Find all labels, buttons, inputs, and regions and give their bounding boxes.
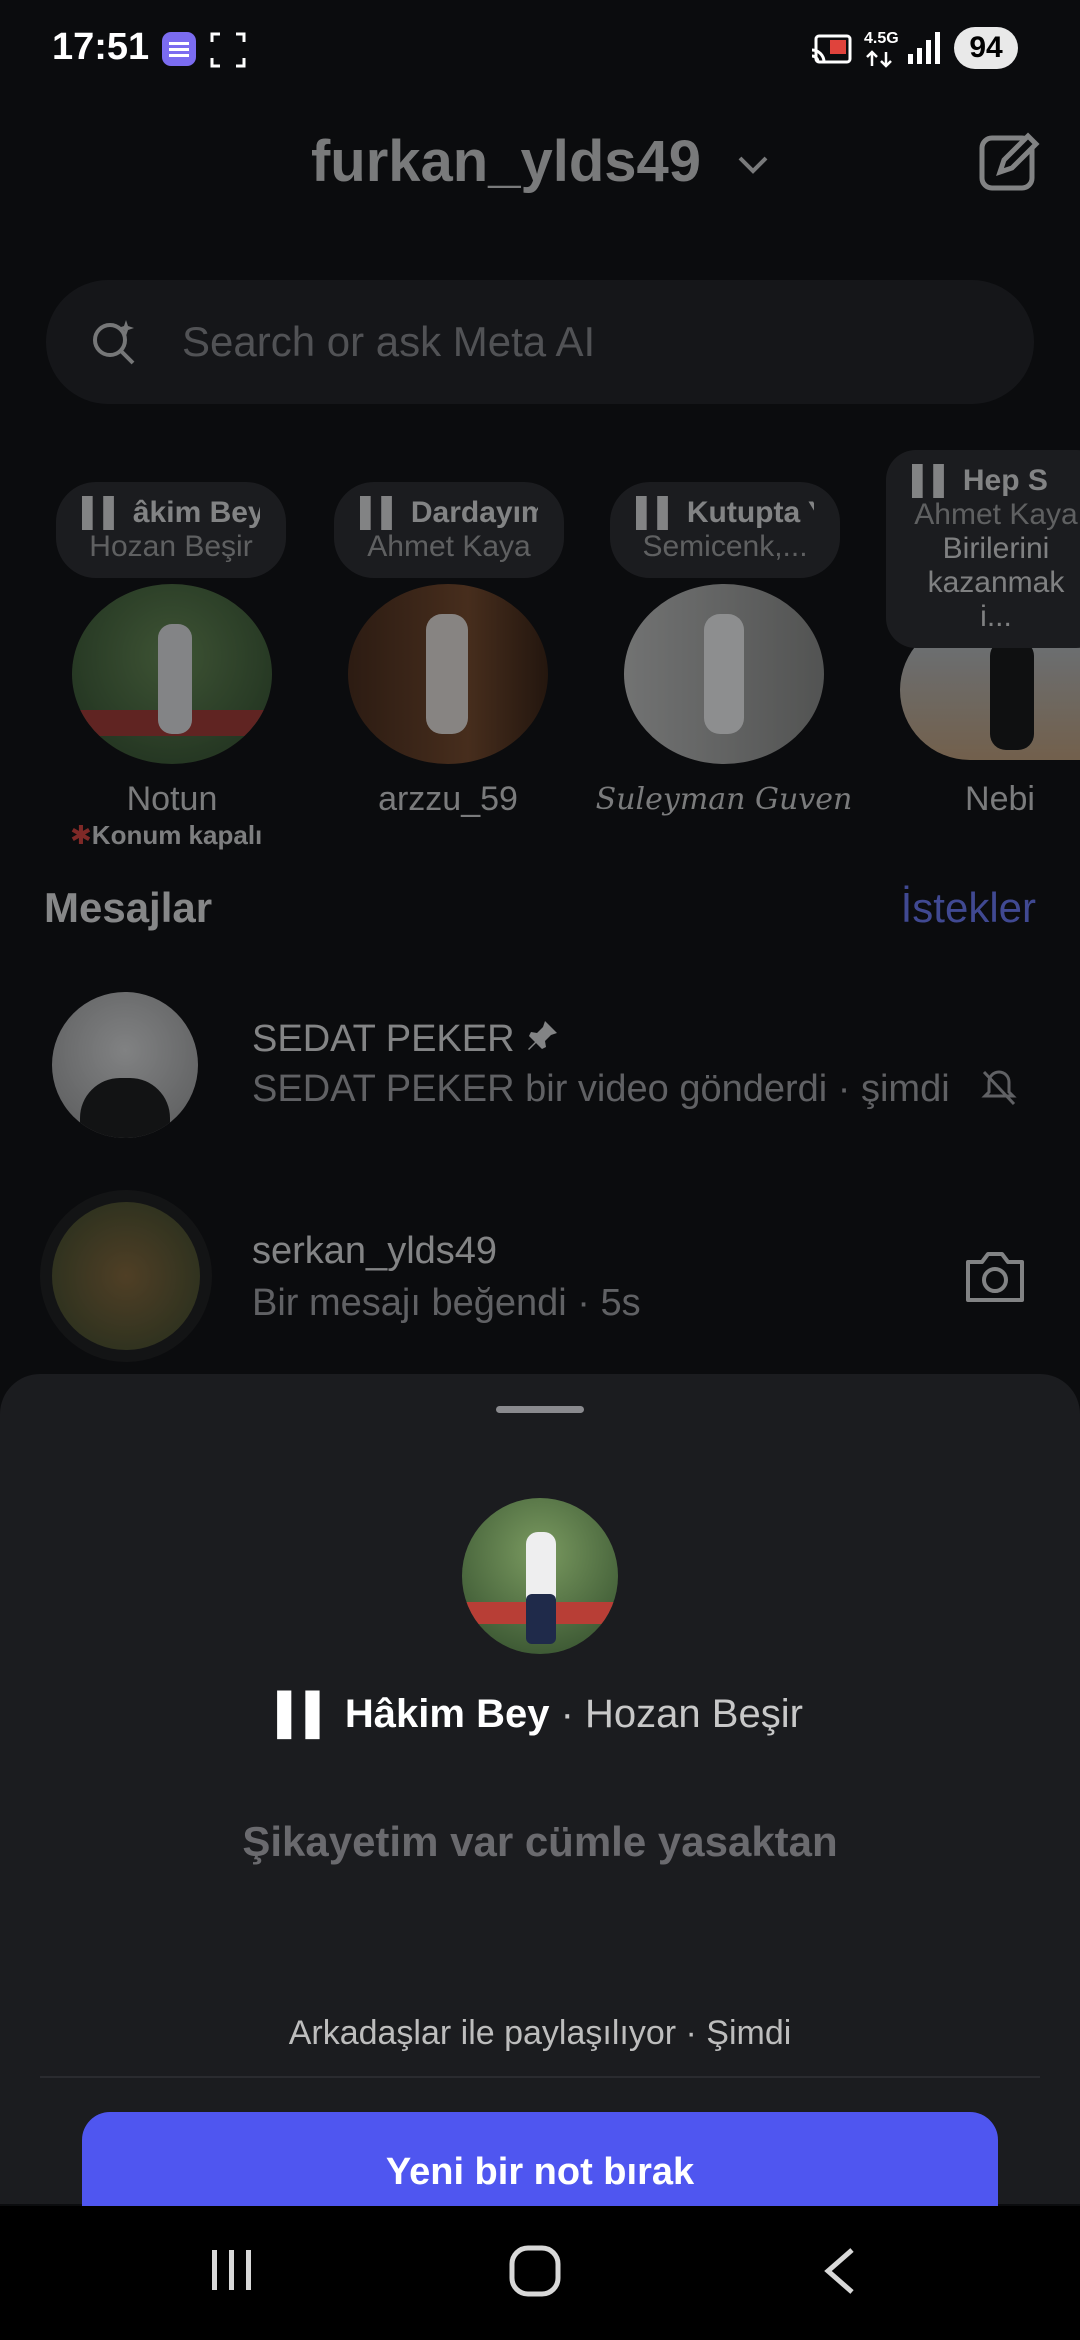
sheet-drag-handle[interactable] bbox=[496, 1406, 584, 1413]
location-off-icon: ✱ bbox=[70, 820, 92, 850]
note-artist: Ahmet Kaya bbox=[914, 498, 1078, 531]
username-label: furkan_ylds49 bbox=[310, 129, 702, 194]
music-bars-icon: ▌▌ bbox=[636, 496, 679, 529]
profile-avatar bbox=[462, 1498, 618, 1654]
account-switcher[interactable]: furkan_ylds49 bbox=[0, 128, 1080, 195]
recent-apps-icon[interactable] bbox=[206, 2246, 258, 2294]
note-name: Nebi bbox=[965, 780, 1035, 818]
data-arrows-icon bbox=[866, 50, 892, 68]
note-bubble: ▌▌ âkim Bey Hozan Beşir bbox=[56, 482, 286, 578]
note-name: Notun bbox=[126, 780, 218, 818]
sharing-status: Arkadaşlar ile paylaşılıyor · Şimdi bbox=[288, 2014, 792, 2052]
status-time: 17:51 bbox=[52, 26, 150, 68]
status-bar: 17:51 4.5G 94 bbox=[0, 0, 1080, 100]
avatar bbox=[348, 584, 548, 764]
screenshot-frame-icon bbox=[210, 32, 246, 68]
contact-name: serkan_ylds49 bbox=[252, 1230, 498, 1272]
back-icon[interactable] bbox=[820, 2246, 860, 2296]
note-song: Dardayım bbox=[410, 496, 538, 529]
home-icon[interactable] bbox=[508, 2244, 564, 2300]
search-placeholder: Search or ask Meta AI bbox=[182, 318, 596, 365]
note-bubble: ▌▌ Kutupta Ya Semicenk,... bbox=[610, 482, 840, 578]
compose-icon[interactable] bbox=[978, 130, 1042, 194]
signal-icon bbox=[908, 32, 940, 64]
note-song: Kutupta Ya bbox=[686, 496, 814, 529]
note-song: âkim Bey bbox=[132, 496, 260, 529]
pin-icon bbox=[528, 1021, 558, 1050]
messages-heading: Mesajlar bbox=[44, 884, 213, 931]
cast-icon bbox=[811, 34, 852, 64]
conversation-preview: SEDAT PEKER bir video gönderdi · şimdi bbox=[252, 1068, 950, 1110]
location-label: Konum kapalı bbox=[91, 820, 263, 850]
network-type: 4.5G bbox=[864, 30, 899, 47]
avatar bbox=[52, 1202, 200, 1350]
note-artist: Hozan Beşir bbox=[89, 530, 253, 563]
song-artist: · Hozan Beşir bbox=[560, 1692, 803, 1736]
note-artist: Ahmet Kaya bbox=[367, 530, 531, 563]
note-name: arzzu_59 bbox=[378, 780, 518, 818]
conversation-preview: Bir mesajı beğendi · 5s bbox=[252, 1282, 641, 1324]
camera-icon[interactable] bbox=[962, 1248, 1028, 1306]
music-bars-icon: ▌▌ bbox=[912, 464, 955, 497]
note-song: Hep S bbox=[962, 464, 1048, 497]
meta-ai-search-icon bbox=[93, 320, 135, 365]
song-title: Hâkim Bey bbox=[344, 1692, 550, 1736]
chevron-down-icon bbox=[737, 122, 769, 189]
app-notification-icon bbox=[162, 32, 196, 66]
system-nav-bar bbox=[0, 2206, 1080, 2340]
music-bars-icon: ▌▌ bbox=[277, 1692, 334, 1736]
avatar bbox=[52, 992, 198, 1138]
note-bubble: ▌▌ Hep S Ahmet Kaya Birilerini kazanmak … bbox=[886, 450, 1080, 648]
contact-name: SEDAT PEKER bbox=[252, 1018, 515, 1060]
battery-indicator: 94 bbox=[954, 27, 1018, 69]
note-name: Suleyman Guven bbox=[595, 782, 853, 817]
note-text: Şikayetim var cümle yasaktan bbox=[242, 1818, 838, 1865]
note-music-info: ▌▌ Hâkim Bey · Hozan Beşir bbox=[0, 1692, 1080, 1737]
note-artist: Semicenk,... bbox=[642, 530, 808, 563]
muted-bell-icon bbox=[981, 1070, 1017, 1106]
music-bars-icon: ▌▌ bbox=[360, 496, 403, 529]
avatar bbox=[624, 584, 824, 764]
conversation-title: SEDAT PEKER bbox=[252, 1018, 559, 1061]
note-bubble: ▌▌ Dardayım Ahmet Kaya bbox=[334, 482, 564, 578]
music-bars-icon: ▌▌ bbox=[82, 496, 125, 529]
search-input[interactable]: Search or ask Meta AI bbox=[46, 280, 1034, 404]
avatar bbox=[72, 584, 272, 764]
requests-link[interactable]: İstekler bbox=[901, 884, 1036, 932]
note-text: Birilerini kazanmak i... bbox=[927, 532, 1065, 633]
conversation-row[interactable]: serkan_ylds49 Bir mesajı beğendi · 5s bbox=[0, 1190, 1080, 1370]
divider bbox=[40, 2076, 1040, 2078]
story-ring bbox=[40, 1190, 212, 1362]
location-status: ✱Konum kapalı bbox=[70, 820, 262, 851]
conversation-row[interactable]: SEDAT PEKER SEDAT PEKER bir video gönder… bbox=[0, 982, 1080, 1146]
